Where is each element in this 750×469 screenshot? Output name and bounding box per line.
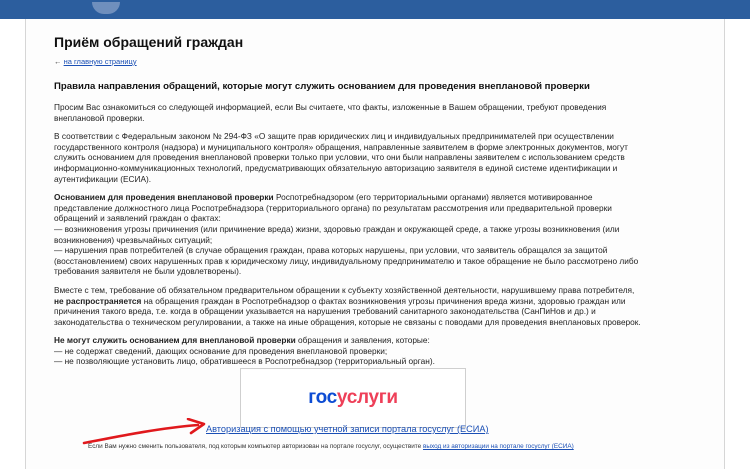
footer-note-text: Если Вам нужно сменить пользователя, под…: [88, 443, 423, 450]
rules-heading: Правила направления обращений, которые м…: [54, 81, 590, 92]
emblem-icon: [92, 2, 120, 14]
not-basis-item: — не позволяющие установить лицо, обрати…: [54, 356, 435, 367]
prelim-paragraph: Вместе с тем, требование об обязательном…: [54, 285, 652, 327]
esia-auth-link[interactable]: Авторизация с помощью учетной записи пор…: [206, 424, 489, 434]
not-basis-paragraph: Не могут служить основанием для внеплано…: [54, 335, 652, 367]
red-arrow-icon: [82, 418, 206, 445]
back-link-row: ← на главную страницу: [54, 57, 137, 66]
basis-paragraph: Основанием для проведения внеплановой пр…: [54, 192, 652, 277]
not-basis-item: — не содержат сведений, дающих основание…: [54, 345, 388, 356]
prelim-text: на обращения граждан в Роспотребнадзор о…: [54, 295, 641, 327]
basis-item: — возникновения угрозы причинения (или п…: [54, 223, 620, 245]
prelim-bold-text: не распространяется: [54, 295, 142, 306]
gosuslugi-logo-part: гос: [308, 387, 337, 408]
intro-paragraph: Просим Вас ознакомиться со следующей инф…: [54, 102, 607, 123]
esia-logout-link[interactable]: выход из авторизации на портале госуслуг…: [423, 443, 574, 450]
basis-item: — нарушения прав потребителей (в случае …: [54, 245, 639, 277]
back-arrow-icon: ←: [54, 57, 62, 66]
rules-section: Правила направления обращений, которые м…: [54, 81, 652, 375]
page-title: Приём обращений граждан: [54, 34, 244, 50]
footer-note: Если Вам нужно сменить пользователя, под…: [88, 443, 574, 450]
gosuslugi-logo-button[interactable]: госуслуги: [240, 368, 466, 428]
not-basis-text: обращения и заявления, которые:: [295, 335, 430, 346]
gosuslugi-logo-part: услуги: [336, 387, 398, 408]
home-page-link[interactable]: на главную страницу: [64, 57, 137, 66]
not-basis-bold-text: Не могут служить основанием для внеплано…: [54, 335, 296, 346]
law-paragraph: В соответствии с Федеральным законом № 2…: [54, 131, 628, 184]
basis-bold-text: Основанием для проведения внеплановой пр…: [54, 192, 274, 203]
site-header-bar: [0, 0, 750, 19]
prelim-text: Вместе с тем, требование об обязательном…: [54, 284, 635, 295]
